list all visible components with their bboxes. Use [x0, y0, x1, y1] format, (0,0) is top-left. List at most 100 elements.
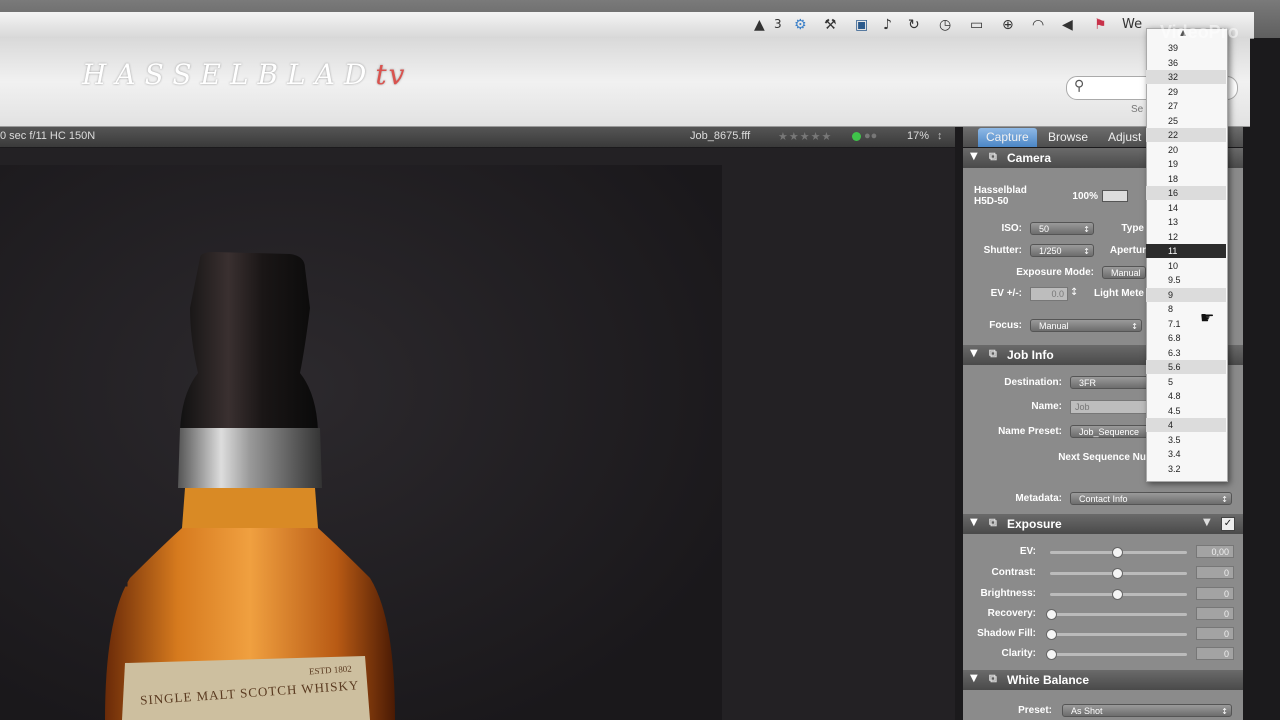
aperture-option[interactable]: 18	[1146, 172, 1226, 186]
copy-icon[interactable]: ⧉	[989, 347, 997, 361]
collapse-triangle-icon[interactable]: ▼	[970, 673, 978, 684]
name-preset-select[interactable]: Job_Sequence	[1070, 425, 1150, 438]
aperture-option[interactable]: 20	[1146, 143, 1226, 157]
slider-track[interactable]	[1050, 633, 1187, 636]
mouse-cursor-icon: ☛	[1200, 308, 1215, 327]
clock-icon[interactable]: ◷	[939, 17, 951, 33]
aperture-option[interactable]: 9	[1146, 287, 1226, 302]
ev-stepper-icon[interactable]: ↕	[1070, 287, 1078, 298]
color-tags[interactable]: ●●	[864, 130, 877, 142]
aperture-option[interactable]: 5	[1146, 375, 1226, 389]
tool-icon[interactable]: ⚒	[824, 17, 837, 33]
color-tag-green[interactable]	[852, 132, 861, 141]
slider-value-field[interactable]: 0,00	[1196, 545, 1234, 558]
slider-thumb[interactable]	[1046, 649, 1057, 660]
volume-icon[interactable]: ◀	[1062, 17, 1073, 33]
shutter-label: Shutter:	[983, 245, 1022, 256]
updown-arrow-icon: ↕	[1083, 225, 1090, 234]
updown-arrow-icon: ↕	[1221, 495, 1228, 504]
aperture-option[interactable]: 3.2	[1146, 462, 1226, 476]
rating-stars[interactable]: ★★★★★	[778, 130, 832, 143]
job-info-section-title: Job Info	[1007, 348, 1054, 362]
slider-thumb[interactable]	[1046, 629, 1057, 640]
aperture-option[interactable]: 4.5	[1146, 404, 1226, 418]
menu-triangle-icon[interactable]: ▼	[1203, 517, 1211, 528]
tab-browse[interactable]: Browse	[1040, 128, 1096, 147]
exposure-section-header[interactable]: ▼ ⧉ Exposure ▼ ✓	[963, 514, 1243, 534]
slider-value-field[interactable]: 0	[1196, 607, 1234, 620]
bell-icon[interactable]: ♪	[883, 17, 892, 33]
aperture-option[interactable]: 5.6	[1146, 360, 1226, 374]
slider-value-field[interactable]: 0	[1196, 566, 1234, 579]
aperture-option[interactable]: 3.4	[1146, 447, 1226, 461]
aperture-option[interactable]: 3.5	[1146, 433, 1226, 447]
focus-select[interactable]: Manual ↕	[1030, 319, 1142, 332]
slider-thumb[interactable]	[1111, 589, 1123, 600]
aperture-option[interactable]: 12	[1146, 230, 1226, 244]
collapse-triangle-icon[interactable]: ▼	[970, 517, 978, 528]
menubar-clock[interactable]: We	[1122, 17, 1142, 32]
updown-arrow-icon: ↕	[1083, 247, 1090, 256]
aperture-option[interactable]: 16	[1146, 186, 1226, 200]
aperture-option[interactable]: 10	[1146, 259, 1226, 273]
wifi-icon[interactable]: ◠	[1032, 17, 1044, 33]
slider-track[interactable]	[1050, 653, 1187, 656]
copy-icon[interactable]: ⧉	[989, 672, 997, 686]
white-balance-section-header[interactable]: ▼ ⧉ White Balance	[963, 670, 1243, 690]
slider-track[interactable]	[1050, 613, 1187, 616]
ev-value: 0.0	[1051, 289, 1064, 299]
wb-preset-select[interactable]: As Shot ↕	[1062, 704, 1232, 717]
exposure-mode-select[interactable]: Manual	[1102, 266, 1146, 279]
image-info-bar: 0 sec f/11 HC 150N Job_8675.fff ★★★★★ ●●…	[0, 127, 955, 147]
adobe-icon[interactable]: ▲	[754, 17, 765, 33]
sync-icon[interactable]: ⚙	[794, 17, 807, 33]
crosshair-icon[interactable]: ⊕	[1002, 17, 1014, 33]
flag-icon[interactable]: ⚑	[1094, 17, 1107, 33]
collapse-triangle-icon[interactable]: ▼	[970, 348, 978, 359]
preset-label: Preset:	[1018, 705, 1052, 716]
tab-capture[interactable]: Capture	[978, 128, 1037, 147]
slider-value-field[interactable]: 0	[1196, 647, 1234, 660]
aperture-option[interactable]: 36	[1146, 56, 1226, 70]
slider-thumb[interactable]	[1046, 609, 1057, 620]
aperture-option[interactable]: 6.8	[1146, 331, 1226, 345]
display-icon[interactable]: ▭	[970, 17, 983, 33]
aperture-option[interactable]: 27	[1146, 99, 1226, 113]
aperture-option[interactable]: 4	[1146, 418, 1226, 432]
slider-thumb[interactable]	[1111, 547, 1123, 558]
slider-value-field[interactable]: 0	[1196, 627, 1234, 640]
aperture-option[interactable]: 4.8	[1146, 389, 1226, 403]
slider-value-field[interactable]: 0	[1196, 587, 1234, 600]
aperture-option[interactable]: 14	[1146, 201, 1226, 215]
name-field[interactable]: Job	[1070, 400, 1150, 414]
slider-label: Recovery:	[987, 608, 1036, 619]
destination-select[interactable]: 3FR	[1070, 376, 1150, 389]
zoom-stepper-icon[interactable]: ↕	[937, 130, 943, 142]
refresh-icon[interactable]: ↻	[908, 17, 920, 33]
tab-adjust[interactable]: Adjust	[1100, 128, 1149, 147]
copy-icon[interactable]: ⧉	[989, 516, 997, 530]
aperture-option[interactable]: 32	[1146, 70, 1226, 84]
exposure-section-title: Exposure	[1007, 517, 1062, 531]
aperture-option[interactable]: 39	[1146, 41, 1226, 55]
aperture-option[interactable]: 9.5	[1146, 273, 1226, 287]
iso-select[interactable]: 50 ↕	[1030, 222, 1094, 235]
copy-icon[interactable]: ⧉	[989, 150, 997, 164]
shutter-select[interactable]: 1/250 ↕	[1030, 244, 1094, 257]
screen-icon[interactable]: ▣	[855, 17, 868, 33]
metadata-select[interactable]: Contact Info ↕	[1070, 492, 1232, 505]
enable-checkbox[interactable]: ✓	[1221, 517, 1235, 531]
collapse-triangle-icon[interactable]: ▼	[970, 151, 978, 162]
slider-label: Brightness:	[980, 588, 1036, 599]
aperture-option[interactable]: 19	[1146, 157, 1226, 171]
ev-field[interactable]: 0.0	[1030, 287, 1068, 301]
aperture-option[interactable]: 25	[1146, 114, 1226, 128]
aperture-option[interactable]: 11	[1146, 244, 1226, 258]
aperture-option[interactable]: 29	[1146, 85, 1226, 99]
white-balance-section-title: White Balance	[1007, 673, 1090, 687]
slider-thumb[interactable]	[1111, 568, 1123, 579]
aperture-option[interactable]: 13	[1146, 215, 1226, 229]
aperture-option[interactable]: 22	[1146, 128, 1226, 142]
aperture-option[interactable]: 6.3	[1146, 346, 1226, 360]
logo-main: HASSELBLAD	[82, 58, 376, 91]
